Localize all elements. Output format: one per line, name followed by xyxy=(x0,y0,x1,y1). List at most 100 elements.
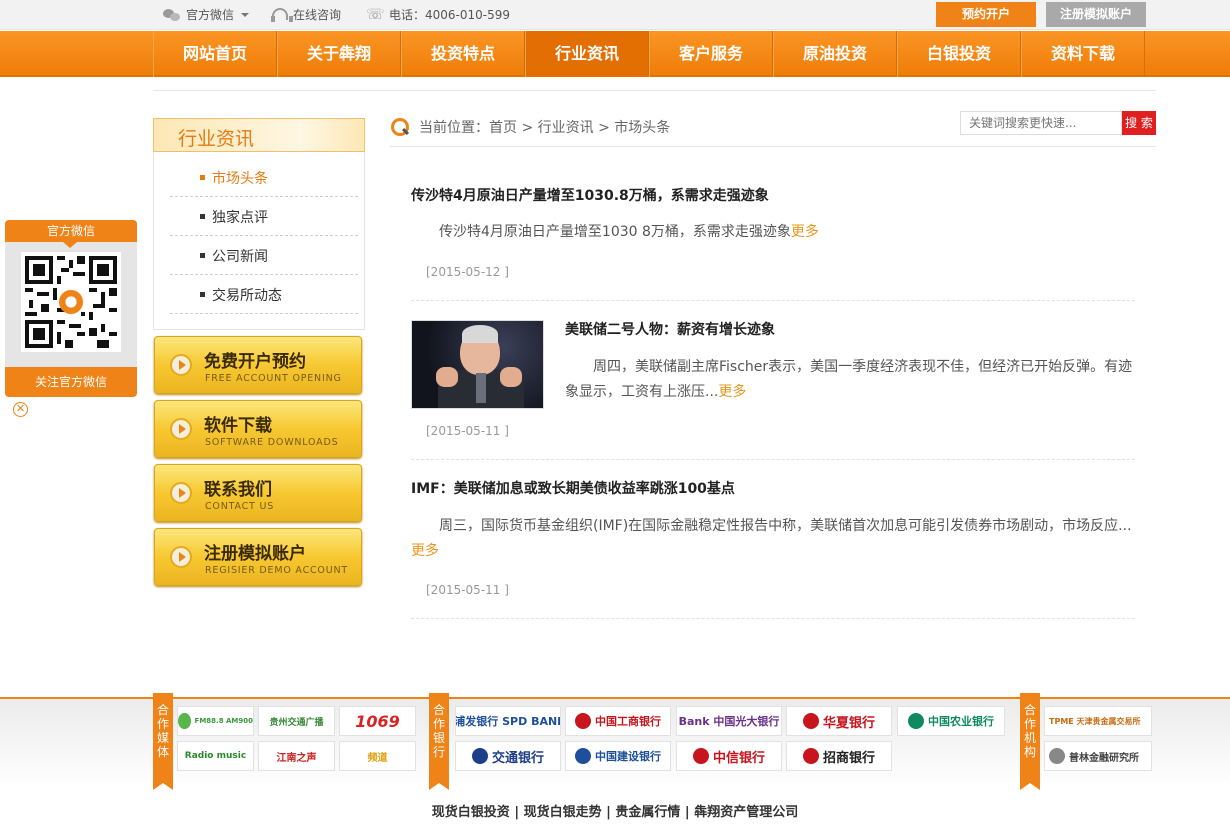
bank-logo-huaxia[interactable]: 华夏银行 xyxy=(786,706,892,736)
article-title[interactable]: 美联储二号人物：薪资有增长迹象 xyxy=(565,319,775,339)
search-input[interactable] xyxy=(960,111,1122,135)
wechat-float-title: 官方微信 xyxy=(5,220,137,248)
media-logo-label: 1069 xyxy=(355,711,400,731)
article-summary: 周四，美联储副主席Fischer表示，美国一季度经济表现不佳，但经济已开始反弹。… xyxy=(565,355,1135,405)
play-icon xyxy=(170,546,192,568)
play-icon xyxy=(170,418,192,440)
sidebar-item-exclusive-review[interactable]: 独家点评 xyxy=(170,197,358,236)
wechat-label: 官方微信 xyxy=(186,8,235,22)
nav-service[interactable]: 客户服务 xyxy=(649,31,773,77)
article-summary: 传沙特4月原油日产量增至1030 8万桶，系需求走强迹象更多 xyxy=(411,220,1135,245)
bank-name: 招商银行 xyxy=(822,750,875,766)
close-icon[interactable]: ✕ xyxy=(13,402,28,417)
open-account-button[interactable]: 预约开户 xyxy=(936,2,1036,27)
bank-emblem-icon xyxy=(575,713,591,729)
bank-logo-ccb[interactable]: 中国建设银行 xyxy=(565,741,671,771)
contact-us-button[interactable]: 联系我们 CONTACT US xyxy=(154,464,362,522)
divider xyxy=(153,90,1156,91)
sidebar-menu: 市场头条 独家点评 公司新闻 交易所动态 xyxy=(153,152,365,330)
sidebar-item-company-news[interactable]: 公司新闻 xyxy=(170,236,358,275)
sidebar-item-market-headlines[interactable]: 市场头条 xyxy=(170,158,358,197)
play-icon xyxy=(170,482,192,504)
register-demo-button[interactable]: 注册模拟账户 xyxy=(1046,2,1146,27)
phone-info: 电话：4006-010-599 xyxy=(366,5,511,23)
bank-logo-spdb[interactable]: 浦发银行 SPD BANK xyxy=(455,706,561,736)
free-account-button[interactable]: 免费开户预约 FREE ACCOUNT OPENING xyxy=(154,336,362,394)
media-logo-label: 频道 xyxy=(367,752,388,764)
org-emblem-icon xyxy=(1049,748,1065,764)
qr-code-image xyxy=(21,252,121,352)
bank-name: 中信银行 xyxy=(712,750,765,766)
bank-logo-bocom[interactable]: 交通银行 xyxy=(455,741,561,771)
media-logo[interactable]: 1069 xyxy=(339,706,416,736)
breadcrumb-text: 当前位置：首页 > 行业资讯 > 市场头条 xyxy=(419,120,671,136)
button-title: 免费开户预约 xyxy=(204,352,306,372)
button-subtitle: CONTACT US xyxy=(205,501,275,512)
nav-features[interactable]: 投资特点 xyxy=(401,31,525,77)
bank-name: 中国农业银行 xyxy=(928,715,994,728)
article-title[interactable]: 传沙特4月原油日产量增至1030.8万桶，系需求走强迹象 xyxy=(411,185,769,205)
footer-links[interactable]: 现货白银投资 | 现货白银走势 | 贵金属行情 | 犇翔资产管理公司 xyxy=(0,801,1230,820)
qr-code-icon xyxy=(21,252,121,352)
bank-name: 中国工商银行 xyxy=(595,715,661,728)
phone-icon xyxy=(366,5,385,23)
org-logo-pulin[interactable]: 普林金融研究所 xyxy=(1044,741,1152,771)
bank-name: Bank 中国光大银行 xyxy=(678,715,780,728)
sidebar-item-exchange-news[interactable]: 交易所动态 xyxy=(170,275,358,314)
org-partners-tag: 合作机构 xyxy=(1020,693,1040,790)
online-consult-link[interactable]: 在线咨询 xyxy=(270,6,341,23)
org-name: TPME 天津贵金属交易所 xyxy=(1049,716,1141,726)
headset-icon xyxy=(270,7,293,22)
button-title: 软件下载 xyxy=(204,416,272,436)
bullet-icon xyxy=(200,214,205,219)
main-nav: 网站首页 关于犇翔 投资特点 行业资讯 客户服务 原油投资 白银投资 资料下载 xyxy=(0,31,1230,77)
article-summary-text: 周三，国际货币基金组织(IMF)在国际金融稳定性报告中称，美联储首次加息可能引发… xyxy=(439,518,1132,534)
nav-about[interactable]: 关于犇翔 xyxy=(277,31,401,77)
thumbnail-tie xyxy=(476,373,486,403)
media-logo[interactable]: FM88.8 AM900 xyxy=(177,706,254,736)
thumbnail-hair xyxy=(462,325,498,343)
org-logo-tpme[interactable]: TPME 天津贵金属交易所 xyxy=(1044,706,1152,736)
media-logo[interactable]: Radio music xyxy=(177,741,254,771)
article-date: [2015-05-11 ] xyxy=(426,583,509,597)
button-title: 联系我们 xyxy=(204,480,272,500)
divider xyxy=(411,618,1135,619)
nav-industry-news[interactable]: 行业资讯 xyxy=(525,31,649,77)
media-logo[interactable]: 贵州交通广播 xyxy=(258,706,335,736)
bank-logo-icbc[interactable]: 中国工商银行 xyxy=(565,706,671,736)
sidebar-title: 行业资讯 xyxy=(153,118,365,152)
register-demo-account-button[interactable]: 注册模拟账户 REGISIER DEMO ACCOUNT xyxy=(154,528,362,586)
bank-name: 浦发银行 SPD BANK xyxy=(455,715,561,728)
media-logo[interactable]: 频道 xyxy=(339,741,416,771)
media-logo[interactable]: 江南之声 xyxy=(258,741,335,771)
wechat-icon xyxy=(163,8,181,22)
bullet-icon xyxy=(200,253,205,258)
bank-logo-ceb[interactable]: Bank 中国光大银行 xyxy=(676,706,782,736)
more-link[interactable]: 更多 xyxy=(411,543,439,559)
top-utility-bar: 官方微信 在线咨询 电话：4006-010-599 预约开户 注册模拟账户 xyxy=(0,0,1230,30)
nav-downloads[interactable]: 资料下载 xyxy=(1021,31,1145,77)
bank-partners-tag: 合作银行 xyxy=(429,693,449,790)
chevron-down-icon xyxy=(241,12,250,17)
bullet-icon xyxy=(200,292,205,297)
bank-logo-abc[interactable]: 中国农业银行 xyxy=(897,706,1005,736)
bank-name: 交通银行 xyxy=(491,750,544,766)
divider xyxy=(390,146,1156,147)
bank-logo-cmb[interactable]: 招商银行 xyxy=(786,741,892,771)
magnifier-icon xyxy=(390,117,410,137)
article-thumbnail[interactable] xyxy=(411,320,544,409)
bank-emblem-icon xyxy=(802,748,819,764)
software-download-button[interactable]: 软件下载 SOFTWARE DOWNLOADS xyxy=(154,400,362,458)
nav-home[interactable]: 网站首页 xyxy=(153,31,277,77)
more-link[interactable]: 更多 xyxy=(718,384,746,400)
wechat-menu[interactable]: 官方微信 xyxy=(163,6,250,23)
nav-silver[interactable]: 白银投资 xyxy=(897,31,1021,77)
bank-logo-citic[interactable]: 中信银行 xyxy=(676,741,782,771)
sidebar-item-label: 独家点评 xyxy=(212,210,268,226)
phone-label: 电话：4006-010-599 xyxy=(389,8,511,22)
breadcrumb: 当前位置：首页 > 行业资讯 > 市场头条 xyxy=(390,117,670,137)
nav-crude-oil[interactable]: 原油投资 xyxy=(773,31,897,77)
more-link[interactable]: 更多 xyxy=(791,224,819,240)
search-button[interactable]: 搜 索 xyxy=(1122,111,1156,135)
article-title[interactable]: IMF：美联储加息或致长期美债收益率跳涨100基点 xyxy=(411,478,735,498)
